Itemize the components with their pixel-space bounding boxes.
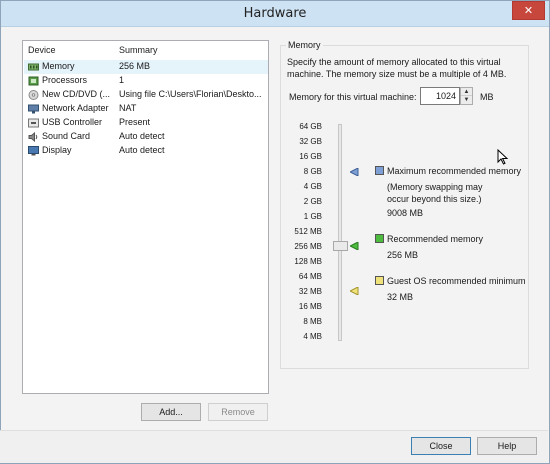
device-summary: Present: [119, 117, 151, 127]
device-row-usb-controller[interactable]: USB Controller Present: [24, 116, 268, 130]
device-name: New CD/DVD (...: [42, 89, 111, 99]
guest-os-marker-icon: [350, 287, 359, 295]
memory-group-title: Memory: [286, 40, 323, 50]
device-name: Sound Card: [42, 131, 91, 141]
device-row-display[interactable]: Display Auto detect: [24, 144, 268, 158]
scale-tick: 4 MB: [303, 332, 322, 341]
device-summary: NAT: [119, 103, 137, 113]
device-summary: Auto detect: [119, 145, 165, 155]
scale-tick: 1 GB: [303, 212, 322, 221]
device-column-header[interactable]: Device: [28, 45, 56, 55]
guest-os-label: Guest OS recommended minimum: [387, 276, 526, 286]
device-summary: Auto detect: [119, 131, 165, 141]
device-summary: Using file C:\Users\Florian\Deskto...: [119, 89, 262, 99]
device-row-cd-dvd[interactable]: New CD/DVD (... Using file C:\Users\Flor…: [24, 88, 268, 102]
recommended-swatch: [375, 234, 384, 243]
max-recommended-note: (Memory swapping may occur beyond this s…: [387, 182, 483, 204]
guest-os-value: 32 MB: [387, 292, 414, 302]
summary-column-header[interactable]: Summary: [119, 45, 158, 55]
memory-spinner[interactable]: ▲ ▼: [460, 87, 473, 105]
max-recommended-marker-icon: [350, 168, 359, 176]
scale-tick: 32 GB: [299, 137, 322, 146]
device-list: Device Summary Memory 256 MB Processors …: [22, 40, 269, 394]
memory-unit-label: MB: [480, 92, 494, 102]
scale-tick: 2 GB: [303, 197, 322, 206]
display-icon: [28, 146, 39, 156]
title-bar: Hardware ✕: [1, 1, 549, 27]
memory-scale: 64 GB 32 GB 16 GB 8 GB 4 GB 2 GB 1 GB 51…: [280, 120, 322, 350]
window-title: Hardware: [243, 6, 307, 21]
guest-os-swatch: [375, 276, 384, 285]
spin-down-icon[interactable]: ▼: [461, 96, 472, 104]
scale-tick: 128 MB: [294, 257, 322, 266]
memory-slider-thumb[interactable]: [333, 241, 348, 251]
scale-tick: 64 MB: [298, 272, 322, 281]
max-recommended-label: Maximum recommended memory: [387, 166, 522, 176]
spin-up-icon[interactable]: ▲: [461, 88, 472, 96]
mouse-cursor-icon: [497, 149, 509, 165]
device-row-processors[interactable]: Processors 1: [24, 74, 268, 88]
network-adapter-icon: [28, 104, 39, 114]
scale-tick: 16 GB: [299, 152, 322, 161]
scale-tick: 32 MB: [298, 287, 322, 296]
scale-tick: 512 MB: [294, 227, 322, 236]
max-recommended-swatch: [375, 166, 384, 175]
recommended-marker-icon: [350, 242, 359, 250]
max-recommended-value: 9008 MB: [387, 208, 424, 218]
scale-tick: 16 MB: [298, 302, 322, 311]
close-window-icon[interactable]: ✕: [512, 1, 545, 20]
device-name: USB Controller: [42, 117, 103, 127]
device-row-memory[interactable]: Memory 256 MB: [24, 60, 268, 74]
remove-device-button[interactable]: Remove: [208, 403, 268, 421]
memory-icon: [28, 63, 39, 71]
device-name: Network Adapter: [42, 103, 109, 113]
add-device-button[interactable]: Add...: [141, 403, 201, 421]
scale-tick: 8 MB: [303, 317, 322, 326]
usb-controller-icon: [28, 118, 39, 128]
cd-dvd-icon: [28, 90, 39, 100]
memory-size-input[interactable]: 1024: [420, 87, 460, 105]
recommended-label: Recommended memory: [387, 234, 484, 244]
processor-icon: [28, 76, 39, 86]
device-summary: 256 MB: [119, 61, 151, 71]
device-name: Processors: [42, 75, 88, 85]
scale-tick: 4 GB: [303, 182, 322, 191]
device-summary: 1: [119, 75, 125, 85]
device-name: Memory: [42, 61, 75, 71]
scale-tick: 256 MB: [294, 242, 322, 251]
device-row-network-adapter[interactable]: Network Adapter NAT: [24, 102, 268, 116]
recommended-value: 256 MB: [387, 250, 419, 260]
device-row-sound-card[interactable]: Sound Card Auto detect: [24, 130, 268, 144]
help-button[interactable]: Help: [477, 437, 537, 455]
memory-description: Specify the amount of memory allocated t…: [287, 57, 507, 79]
device-name: Display: [42, 145, 72, 155]
sound-card-icon: [28, 132, 38, 142]
scale-tick: 64 GB: [299, 122, 322, 131]
close-button[interactable]: Close: [411, 437, 471, 455]
memory-slider-track[interactable]: [338, 124, 342, 341]
memory-field-label: Memory for this virtual machine:: [289, 92, 417, 102]
scale-tick: 8 GB: [303, 167, 322, 176]
